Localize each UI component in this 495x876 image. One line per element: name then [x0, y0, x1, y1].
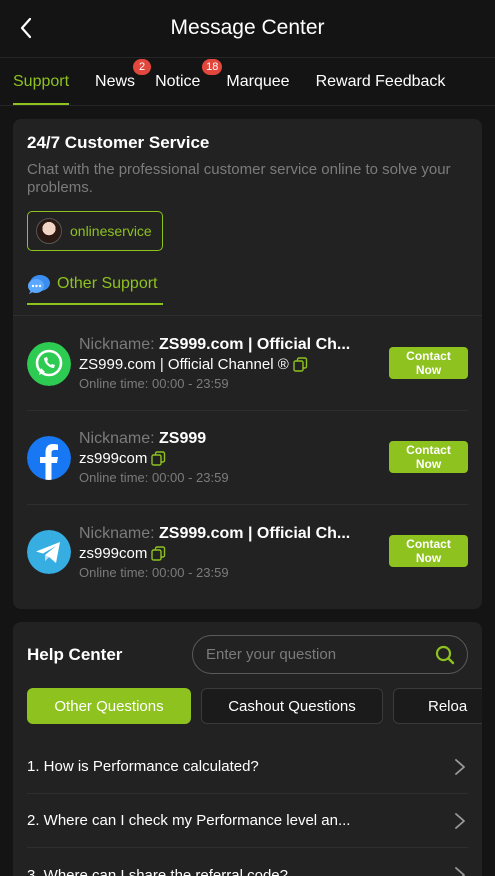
- online-service-button[interactable]: onlineservice: [27, 211, 163, 251]
- contact-now-button[interactable]: Contact Now: [389, 347, 468, 379]
- tab-cashout-questions[interactable]: Cashout Questions: [201, 688, 383, 724]
- faq-question: 2. Where can I check my Performance leve…: [27, 812, 351, 829]
- question-category-tabs: Other Questions Cashout Questions Reloa: [27, 688, 482, 724]
- whatsapp-icon: [27, 341, 71, 386]
- online-time: Online time: 00:00 - 23:59: [79, 376, 229, 391]
- contact-id-row: zs999com: [79, 545, 375, 562]
- search-box: [192, 635, 468, 674]
- contact-now-button[interactable]: Contact Now: [389, 441, 468, 473]
- contact-info: Nickname: ZS999.com | Official Ch... zs9…: [79, 525, 375, 580]
- copy-icon[interactable]: [151, 451, 166, 466]
- tab-notice[interactable]: Notice 18: [155, 59, 223, 105]
- faq-list: 1. How is Performance calculated? 2. Whe…: [27, 740, 468, 876]
- nickname-label: Nickname:: [79, 524, 155, 542]
- tab-label: Reward Feedback: [315, 73, 446, 90]
- contact-info: Nickname: ZS999.com | Official Ch... ZS9…: [79, 336, 375, 391]
- online-time: Online time: 00:00 - 23:59: [79, 470, 229, 485]
- contact-id: zs999com: [79, 450, 148, 467]
- tab-bar: Support News 2 Notice 18 Marquee Reward …: [0, 58, 495, 106]
- section-title: 24/7 Customer Service: [27, 133, 210, 152]
- faq-item[interactable]: 2. Where can I check my Performance leve…: [27, 794, 468, 848]
- faq-item[interactable]: 1. How is Performance calculated?: [27, 740, 468, 794]
- tab-support[interactable]: Support: [13, 73, 70, 105]
- contact-info: Nickname: ZS999 zs999com Online time: 00…: [79, 430, 375, 485]
- list-item: Nickname: ZS999.com | Official Ch... zs9…: [27, 505, 468, 599]
- tab-label: Marquee: [226, 73, 290, 90]
- copy-icon[interactable]: [293, 357, 308, 372]
- faq-item[interactable]: 3. Where can I share the referral code?: [27, 848, 468, 876]
- online-service-label: onlineservice: [70, 223, 152, 239]
- list-item: Nickname: ZS999 zs999com Online time: 00…: [27, 411, 468, 505]
- unread-badge: 18: [202, 59, 223, 75]
- avatar: [36, 218, 62, 244]
- help-center-title: Help Center: [27, 645, 123, 664]
- tab-news[interactable]: News 2: [95, 59, 152, 105]
- nickname-row: Nickname: ZS999: [79, 430, 375, 448]
- other-support-label: Other Support: [57, 275, 158, 292]
- tab-reward-feedback[interactable]: Reward Feedback: [316, 73, 446, 105]
- chevron-right-icon: [455, 812, 465, 829]
- chevron-right-icon: [455, 867, 465, 876]
- facebook-icon: [27, 435, 71, 480]
- nickname-value: ZS999.com | Official Ch...: [159, 524, 351, 542]
- contact-id-row: ZS999.com | Official Channel ®: [79, 356, 375, 373]
- tab-reload-questions[interactable]: Reloa: [393, 688, 482, 724]
- search-input[interactable]: [206, 646, 426, 663]
- help-center-card: Help Center Other Questions Cashout Ques…: [13, 622, 482, 876]
- contact-id: ZS999.com | Official Channel ®: [79, 356, 289, 373]
- section-description: Chat with the professional customer serv…: [27, 161, 451, 196]
- nickname-label: Nickname:: [79, 336, 155, 353]
- customer-service-card: 24/7 Customer Service Chat with the prof…: [13, 119, 482, 609]
- faq-question: 1. How is Performance calculated?: [27, 758, 259, 775]
- divider: [13, 315, 482, 316]
- chat-bubbles-icon: [28, 275, 50, 294]
- nickname-label: Nickname:: [79, 430, 155, 447]
- unread-badge: 2: [133, 59, 152, 75]
- contact-id-row: zs999com: [79, 450, 375, 467]
- nickname-row: Nickname: ZS999.com | Official Ch...: [79, 336, 375, 354]
- tab-marquee[interactable]: Marquee: [226, 73, 289, 105]
- contact-id: zs999com: [79, 544, 148, 562]
- nickname-row: Nickname: ZS999.com | Official Ch...: [79, 525, 375, 543]
- button-label: Contact: [406, 537, 451, 551]
- tab-other-questions[interactable]: Other Questions: [27, 688, 191, 724]
- contact-list: Nickname: ZS999.com | Official Ch... ZS9…: [27, 317, 468, 599]
- tab-label: Notice: [155, 73, 201, 90]
- tab-label: Support: [13, 73, 70, 90]
- online-time: Online time: 00:00 - 23:59: [79, 564, 229, 580]
- list-item: Nickname: ZS999.com | Official Ch... ZS9…: [27, 317, 468, 411]
- button-label: Now: [415, 363, 442, 377]
- button-label: Contact: [406, 443, 451, 457]
- faq-question: 3. Where can I share the referral code?: [27, 866, 288, 876]
- chevron-right-icon: [455, 758, 465, 775]
- nickname-value: ZS999: [159, 430, 207, 447]
- contact-now-button[interactable]: Contact Now: [389, 535, 468, 567]
- button-label: Now: [415, 457, 442, 471]
- button-label: Now: [415, 551, 442, 565]
- copy-icon[interactable]: [151, 545, 166, 561]
- page-title: Message Center: [170, 16, 325, 39]
- button-label: Contact: [406, 349, 451, 363]
- other-support-tab[interactable]: Other Support: [27, 273, 163, 305]
- telegram-icon: [27, 530, 71, 574]
- search-icon[interactable]: [435, 645, 455, 665]
- nickname-value: ZS999.com | Official Ch...: [159, 336, 351, 353]
- tab-label: News: [95, 73, 136, 90]
- header: Message Center: [0, 0, 495, 58]
- help-center-header: Help Center: [27, 622, 468, 688]
